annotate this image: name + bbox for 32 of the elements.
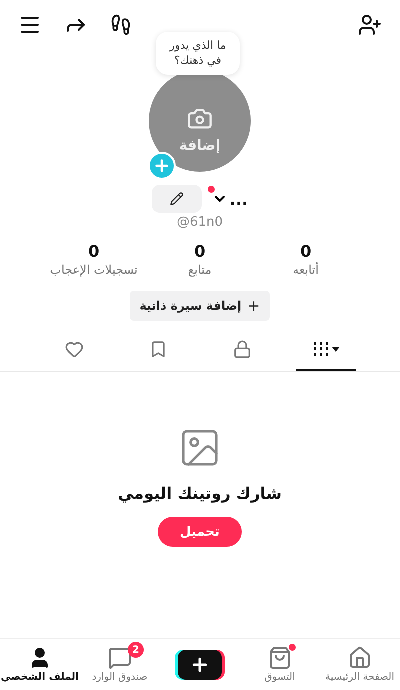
add-bio-button[interactable]: + إضافة سيرة ذاتية [130, 291, 270, 321]
stat-label: متابع [188, 263, 212, 277]
edit-button[interactable] [152, 185, 202, 213]
message-icon [108, 646, 132, 670]
add-user-icon [358, 13, 382, 37]
lock-icon [232, 340, 252, 358]
pencil-icon [170, 192, 184, 206]
nav-item[interactable]: الملف الشخصي [0, 646, 80, 683]
nav-item[interactable]: التسوق [240, 646, 320, 683]
profile-name: ... [230, 190, 248, 208]
stat-label: أتابعه [293, 263, 319, 277]
heart-icon [64, 340, 84, 358]
empty-state-title: شارك روتينك اليومي [118, 484, 282, 503]
home-icon [348, 646, 372, 670]
footprints-icon [110, 14, 132, 36]
create-button[interactable] [178, 650, 222, 680]
avatar-label: إضافة [179, 138, 221, 154]
stat-value: 0 [88, 242, 100, 261]
stat-label: تسجيلات الإعجاب [50, 263, 138, 277]
plus-icon [153, 157, 171, 175]
stat-value: 0 [300, 242, 312, 261]
nav-item[interactable]: الصفحة الرئيسية [320, 646, 400, 683]
count-badge: 2 [128, 642, 144, 658]
stat-value: 0 [194, 242, 206, 261]
profile-handle: @61n0 [176, 215, 224, 230]
add-friend-button[interactable] [358, 13, 382, 37]
tooltip-bubble[interactable]: ما الذي يدور في ذهنك؟ [156, 32, 240, 75]
footprints-button[interactable] [110, 14, 132, 36]
grid-icon [312, 341, 328, 357]
caret-down-icon [332, 346, 340, 352]
upload-button[interactable]: تحميل [158, 517, 242, 547]
shopping-bag-icon [268, 646, 292, 670]
